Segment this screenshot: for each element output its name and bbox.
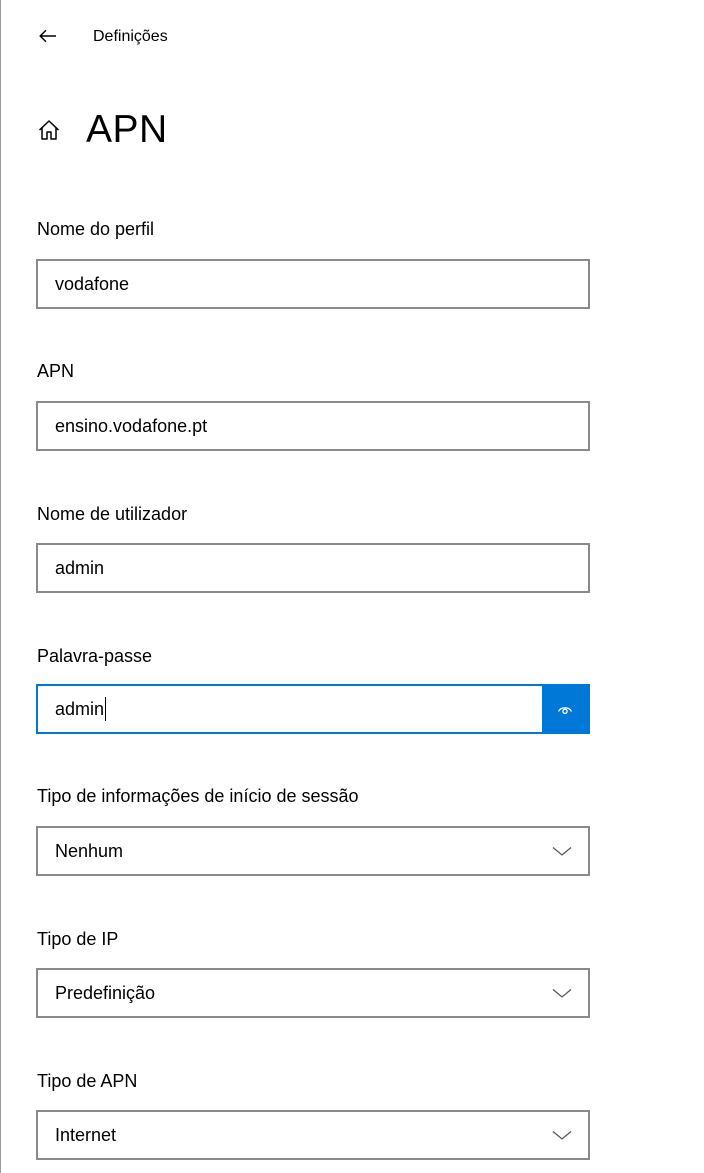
page-title: APN [86, 108, 168, 151]
profile-name-label: Nome do perfil [37, 219, 155, 239]
home-icon [36, 117, 62, 143]
back-button[interactable] [30, 20, 66, 56]
password-input[interactable]: admin [36, 684, 590, 734]
chevron-down-icon [552, 1127, 572, 1143]
chevron-down-icon [552, 843, 572, 859]
eye-icon [557, 699, 573, 720]
apn-label: APN [37, 361, 75, 381]
password-value: admin [55, 698, 105, 719]
signin-type-dropdown[interactable]: Nenhum [36, 826, 590, 876]
window-title: Definições [93, 28, 168, 45]
signin-type-value: Nenhum [55, 840, 124, 861]
ip-type-value: Predefinição [55, 982, 156, 1003]
apn-type-dropdown[interactable]: Internet [36, 1110, 590, 1160]
title-bar: Definições [0, 0, 704, 76]
window-edge [0, 0, 1, 1173]
apn-type-value: Internet [55, 1124, 117, 1145]
text-caret [105, 697, 107, 721]
profile-name-input[interactable]: vodafone [36, 259, 590, 309]
username-value: admin [55, 557, 105, 578]
settings-window: Definições APN Nome do perfil vodafone A… [0, 0, 704, 1173]
reveal-password-button[interactable] [542, 686, 588, 732]
apn-value: ensino.vodafone.pt [55, 415, 208, 436]
password-label: Palavra-passe [37, 646, 153, 666]
username-input[interactable]: admin [36, 543, 590, 593]
back-arrow-icon [39, 29, 57, 48]
signin-type-label: Tipo de informações de início de sessão [37, 786, 359, 806]
username-label: Nome de utilizador [37, 504, 188, 524]
apn-type-label: Tipo de APN [37, 1071, 138, 1091]
profile-name-value: vodafone [55, 273, 130, 294]
apn-input[interactable]: ensino.vodafone.pt [36, 401, 590, 451]
chevron-down-icon [552, 985, 572, 1001]
page-header: APN [36, 104, 168, 156]
ip-type-label: Tipo de IP [37, 929, 119, 949]
ip-type-dropdown[interactable]: Predefinição [36, 968, 590, 1018]
